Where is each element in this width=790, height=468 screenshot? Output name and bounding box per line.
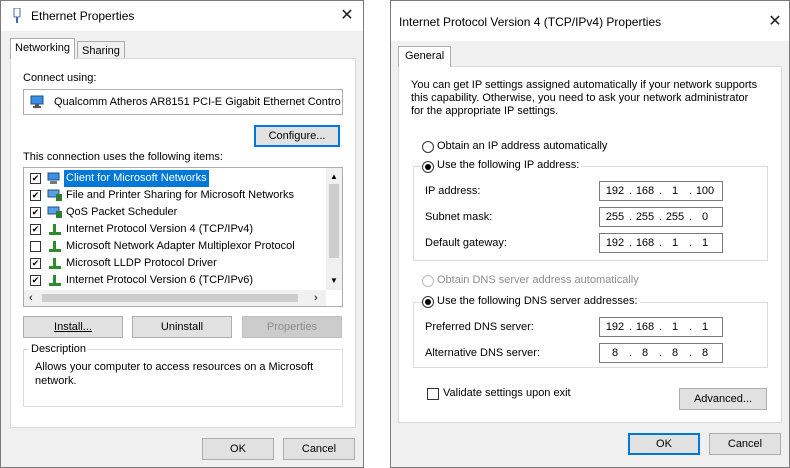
default-gateway-field[interactable]: 192. 168. 1. 1 <box>599 233 723 253</box>
scroll-left-icon[interactable]: ‹ <box>29 292 33 304</box>
install-button[interactable]: Install... <box>23 316 123 338</box>
subnet-mask-field[interactable]: 255. 255. 255. 0 <box>599 207 723 227</box>
list-item[interactable]: ✔ Microsoft LLDP Protocol Driver <box>24 255 324 272</box>
description-text-1: Allows your computer to access resources… <box>35 361 314 373</box>
ok-button[interactable]: OK <box>202 438 274 460</box>
scroll-down-icon[interactable]: ▼ <box>330 276 338 285</box>
network-service-icon <box>47 206 62 218</box>
validate-checkbox[interactable] <box>427 388 439 400</box>
connect-using-label: Connect using: <box>23 72 97 84</box>
advanced-button[interactable]: Advanced... <box>679 388 767 410</box>
obtain-ip-radio[interactable] <box>422 141 434 153</box>
protocol-icon <box>47 274 61 286</box>
list-item[interactable]: Microsoft Network Adapter Multiplexor Pr… <box>24 238 324 255</box>
use-dns-radio[interactable] <box>422 296 434 308</box>
items-container: ✔ Client for Microsoft Networks ✔ File and … <box>24 169 326 292</box>
intro-text-1: You can get IP settings assigned automat… <box>411 79 758 91</box>
obtain-dns-radio[interactable] <box>422 275 434 287</box>
item-checkbox[interactable]: ✔ <box>30 190 41 201</box>
protocol-icon <box>47 240 61 252</box>
items-label: This connection uses the following items… <box>23 151 223 163</box>
item-checkbox[interactable]: ✔ <box>30 258 41 269</box>
ok-button[interactable]: OK <box>628 433 700 455</box>
tab-networking[interactable]: Networking <box>10 38 76 59</box>
scroll-up-icon[interactable]: ▲ <box>330 172 338 181</box>
ip-address-field[interactable]: 192. 168. 1. 100 <box>599 181 723 201</box>
scroll-thumb[interactable] <box>329 184 339 258</box>
intro-text-2: this capability. Otherwise, you need to … <box>411 92 749 104</box>
list-item[interactable]: ✔ Internet Protocol Version 4 (TCP/IPv4) <box>24 221 324 238</box>
list-item[interactable]: ✔ File and Printer Sharing for Microsoft … <box>24 187 324 204</box>
obtain-ip-label[interactable]: Obtain an IP address automatically <box>437 140 607 152</box>
intro-text-3: for the appropriate IP settings. <box>411 105 559 117</box>
tab-sharing[interactable]: Sharing <box>77 41 125 59</box>
alternative-dns-label: Alternative DNS server: <box>425 347 540 359</box>
item-checkbox[interactable]: ✔ <box>30 224 41 235</box>
ipv4-properties-dialog: Internet Protocol Version 4 (TCP/IPv4) P… <box>390 0 790 468</box>
item-checkbox[interactable]: ✔ <box>30 207 41 218</box>
horizontal-scrollbar[interactable]: ‹ › <box>24 290 326 306</box>
item-checkbox[interactable]: ✔ <box>30 173 41 184</box>
obtain-dns-label[interactable]: Obtain DNS server address automatically <box>437 274 639 286</box>
item-label: QoS Packet Scheduler <box>66 206 178 218</box>
network-client-icon <box>47 172 60 184</box>
preferred-dns-label: Preferred DNS server: <box>425 321 534 333</box>
uninstall-button[interactable]: Uninstall <box>132 316 232 338</box>
tab-general[interactable]: General <box>398 46 452 67</box>
adapter-box: Qualcomm Atheros AR8151 PCI-E Gigabit Et… <box>23 89 343 115</box>
hscroll-thumb[interactable] <box>42 294 298 302</box>
protocol-icon <box>47 257 61 269</box>
configure-button[interactable]: Configure... <box>254 125 340 147</box>
vertical-scrollbar[interactable]: ▲ ▼ <box>326 168 342 290</box>
use-ip-radio[interactable] <box>422 161 434 173</box>
use-dns-label[interactable]: Use the following DNS server addresses: <box>435 295 640 307</box>
window-title: Internet Protocol Version 4 (TCP/IPv4) P… <box>399 15 662 29</box>
ip-address-label: IP address: <box>425 185 481 197</box>
cancel-button[interactable]: Cancel <box>709 433 781 455</box>
item-checkbox[interactable]: ✔ <box>30 275 41 286</box>
subnet-mask-label: Subnet mask: <box>425 211 493 223</box>
item-label: Internet Protocol Version 6 (TCP/IPv6) <box>66 274 254 286</box>
title-bar: Ethernet Properties ✕ <box>1 1 363 31</box>
ethernet-properties-dialog: Ethernet Properties ✕ Networking Sharing… <box>0 0 364 468</box>
close-button[interactable]: ✕ <box>336 5 358 27</box>
item-label: Microsoft Network Adapter Multiplexor Pr… <box>66 240 295 252</box>
item-label: Client for Microsoft Networks <box>63 169 210 188</box>
item-label: Microsoft LLDP Protocol Driver <box>66 257 217 269</box>
items-list[interactable]: ✔ Client for Microsoft Networks ✔ File and … <box>23 167 343 307</box>
item-checkbox[interactable] <box>30 241 41 252</box>
network-adapter-icon <box>12 7 22 24</box>
item-label: File and Printer Sharing for Microsoft N… <box>66 189 295 201</box>
cancel-button[interactable]: Cancel <box>283 438 355 460</box>
description-text-2: network. <box>35 375 77 387</box>
close-button[interactable]: ✕ <box>764 11 786 33</box>
alternative-dns-field[interactable]: 8. 8. 8. 8 <box>599 343 723 363</box>
protocol-icon <box>47 223 61 235</box>
preferred-dns-field[interactable]: 192. 168. 1. 1 <box>599 317 723 337</box>
adapter-name: Qualcomm Atheros AR8151 PCI-E Gigabit Et… <box>54 96 341 108</box>
description-title: Description <box>29 343 89 355</box>
window-title: Ethernet Properties <box>31 9 135 23</box>
validate-label[interactable]: Validate settings upon exit <box>443 387 571 399</box>
adapter-icon <box>30 95 46 112</box>
properties-button[interactable]: Properties <box>242 316 342 338</box>
network-service-icon <box>47 189 62 201</box>
list-item[interactable]: ✔ Internet Protocol Version 6 (TCP/IPv6) <box>24 272 324 289</box>
default-gateway-label: Default gateway: <box>425 237 507 249</box>
use-ip-label[interactable]: Use the following IP address: <box>435 159 582 171</box>
item-label: Internet Protocol Version 4 (TCP/IPv4) <box>66 223 254 235</box>
scroll-right-icon[interactable]: › <box>314 292 318 304</box>
list-item[interactable]: ✔ QoS Packet Scheduler <box>24 204 324 221</box>
list-item[interactable]: ✔ Client for Microsoft Networks <box>24 169 324 188</box>
title-bar: Internet Protocol Version 4 (TCP/IPv4) P… <box>391 1 789 41</box>
